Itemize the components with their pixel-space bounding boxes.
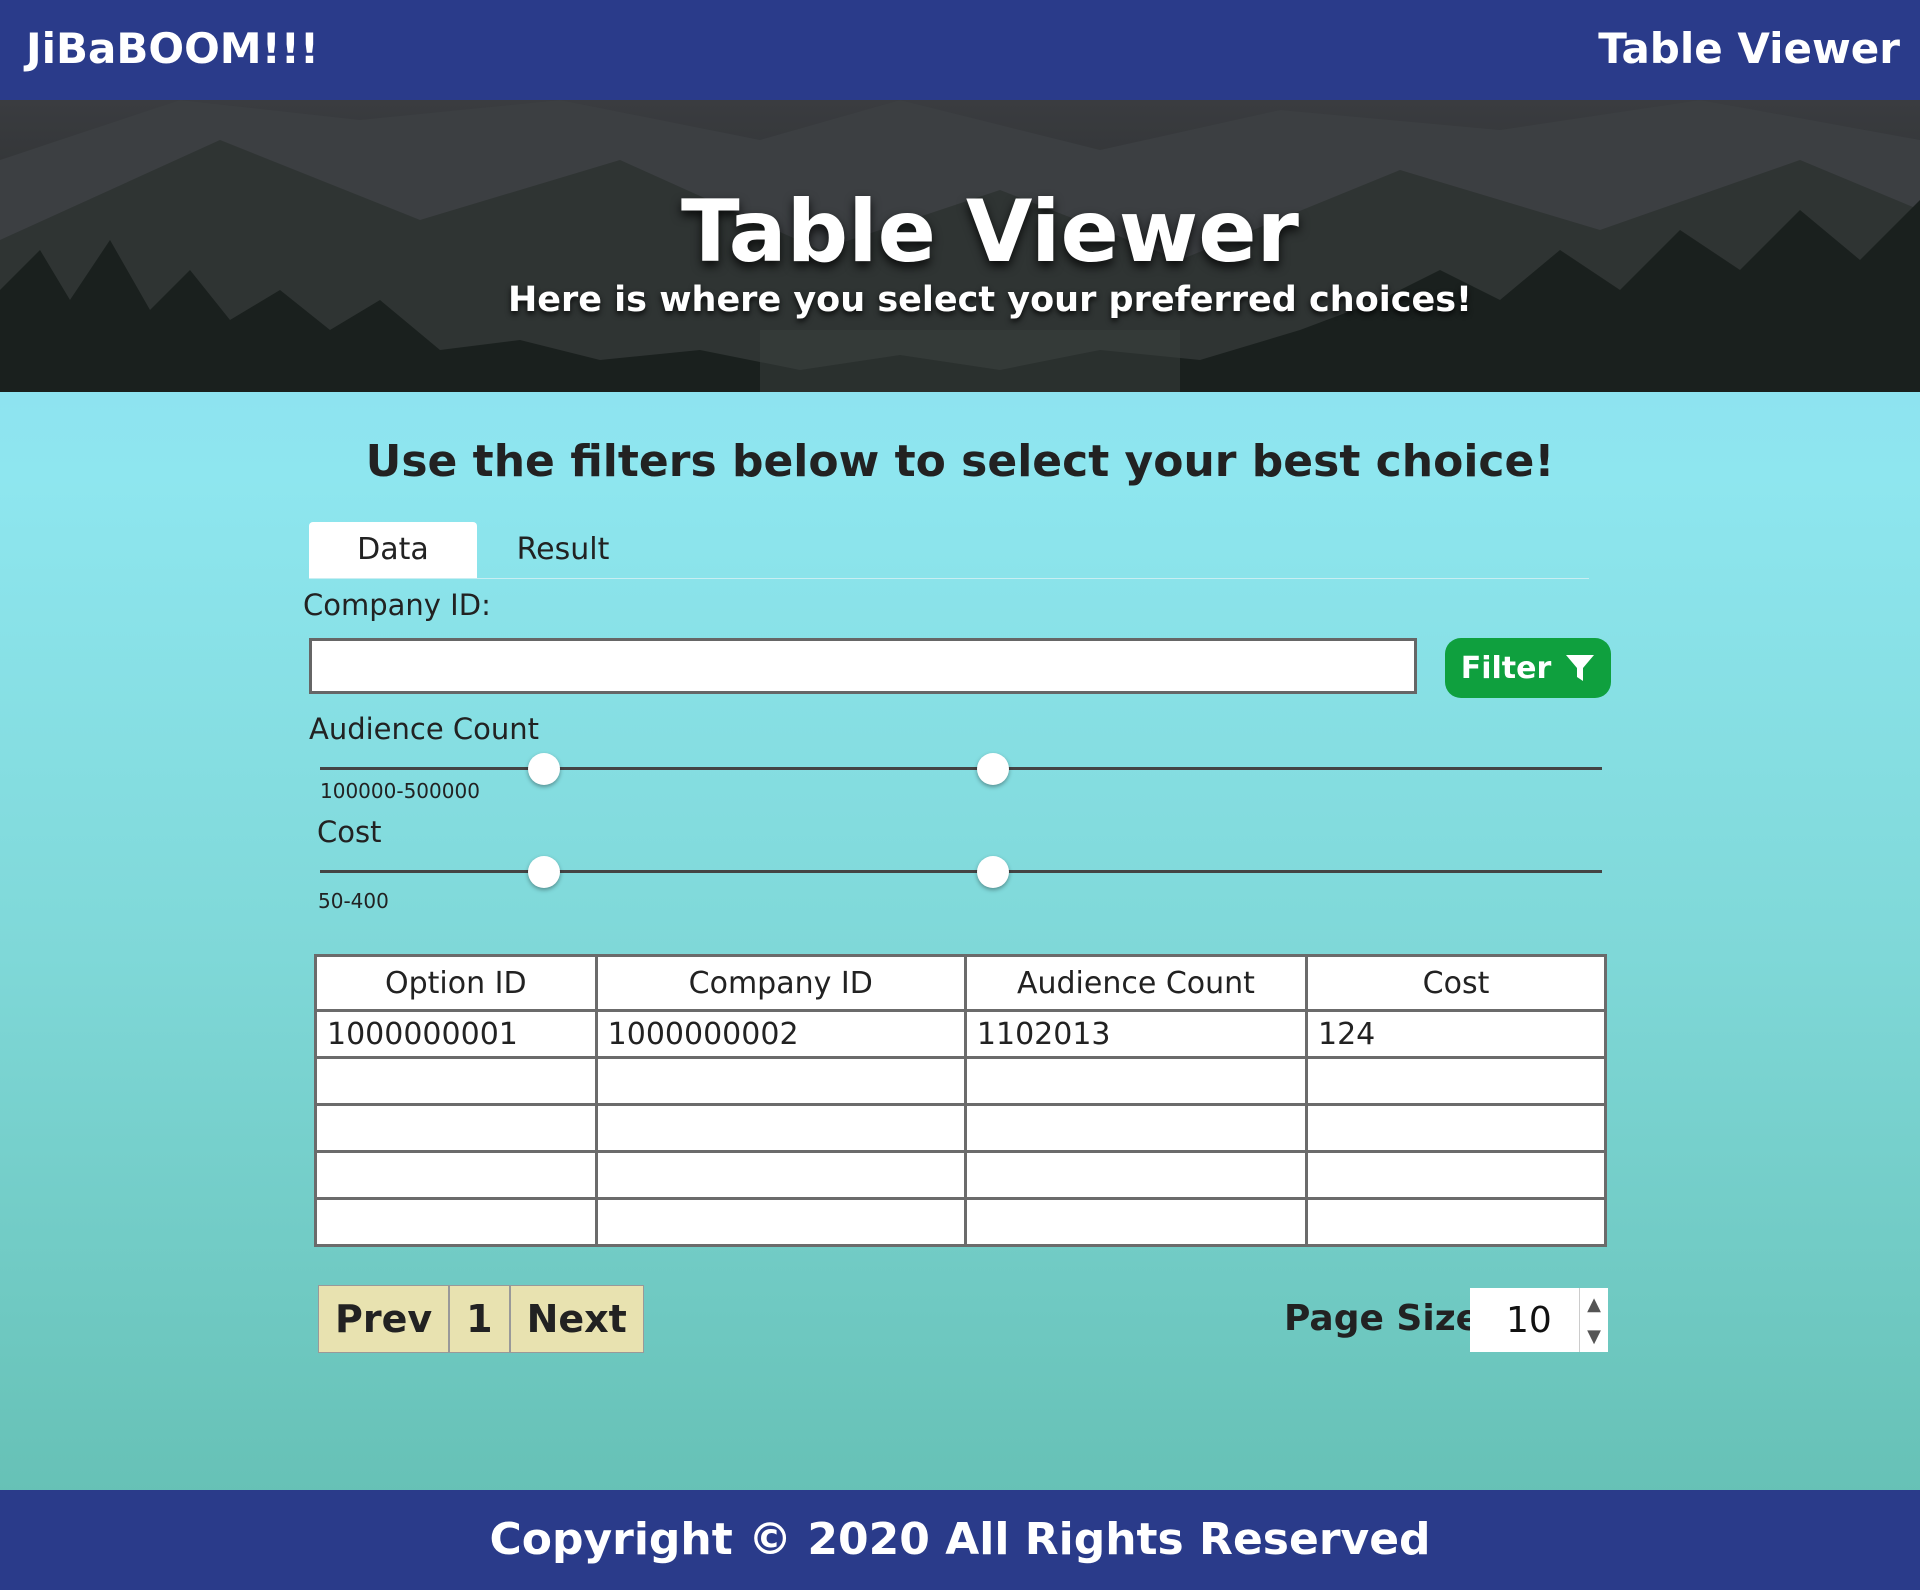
audience-count-max-handle[interactable] [977, 753, 1010, 785]
table-cell [314, 1150, 598, 1200]
data-table: Option ID Company ID Audience Count Cost… [314, 954, 1607, 1247]
table-cell [963, 1197, 1309, 1247]
table-cell [314, 1056, 598, 1106]
audience-count-range: 100000-500000 [320, 779, 480, 803]
filter-button-label: Filter [1460, 650, 1552, 686]
tab-result[interactable]: Result [477, 522, 649, 578]
table-cell [314, 1103, 598, 1153]
hero-title: Table Viewer [681, 182, 1299, 282]
page-size-value[interactable]: 10 [1506, 1300, 1552, 1341]
topbar-title[interactable]: Table Viewer [1598, 24, 1900, 73]
company-id-input[interactable] [309, 638, 1417, 694]
table-cell [1305, 1150, 1607, 1200]
cost-range: 50-400 [318, 889, 389, 913]
table-cell: 124 [1305, 1009, 1607, 1059]
table-cell [594, 1103, 967, 1153]
company-id-label: Company ID: [303, 588, 491, 622]
table-cell [314, 1197, 598, 1247]
table-cell [963, 1103, 1309, 1153]
table-cell [1305, 1103, 1607, 1153]
footer: Copyright © 2020 All Rights Reserved [0, 1490, 1920, 1590]
column-header-company-id[interactable]: Company ID [594, 954, 967, 1012]
table-cell [594, 1056, 967, 1106]
table-cell [963, 1150, 1309, 1200]
top-bar: JiBaBOOM!!! Table Viewer [0, 0, 1920, 100]
tab-data[interactable]: Data [309, 522, 477, 578]
table-row[interactable] [314, 1103, 1607, 1153]
table-row[interactable] [314, 1150, 1607, 1200]
table-cell: 1000000002 [594, 1009, 967, 1059]
table-cell [963, 1056, 1309, 1106]
table-header-row: Option ID Company ID Audience Count Cost [314, 954, 1607, 1012]
audience-count-min-handle[interactable] [528, 753, 561, 785]
column-header-cost[interactable]: Cost [1305, 954, 1607, 1012]
section-heading: Use the filters below to select your bes… [365, 436, 1555, 487]
tab-bar: Data Result [309, 522, 1589, 579]
table-row[interactable] [314, 1197, 1607, 1247]
page-size-input[interactable]: 10 ▲ ▼ [1470, 1288, 1608, 1352]
audience-count-label: Audience Count [309, 712, 540, 746]
column-header-audience-count[interactable]: Audience Count [963, 954, 1309, 1012]
page-size-label: Page Size: [1284, 1298, 1495, 1339]
page-size-spinner[interactable]: ▲ ▼ [1579, 1288, 1608, 1352]
cost-label: Cost [317, 815, 382, 849]
spin-up-icon[interactable]: ▲ [1587, 1294, 1601, 1315]
hero-subtitle: Here is where you select your preferred … [507, 280, 1473, 320]
brand-logo[interactable]: JiBaBOOM!!! [26, 24, 319, 73]
page-number-button[interactable]: 1 [450, 1286, 511, 1352]
audience-count-track[interactable] [320, 767, 1602, 770]
table-cell [1305, 1056, 1607, 1106]
table-row[interactable]: 1000000001 1000000002 1102013 124 [314, 1009, 1607, 1059]
table-cell [594, 1197, 967, 1247]
hero-banner: Table Viewer Here is where you select yo… [0, 100, 1920, 392]
pagination: Prev 1 Next [318, 1285, 644, 1353]
table-cell [594, 1150, 967, 1200]
funnel-icon [1566, 655, 1595, 681]
table-cell: 1102013 [963, 1009, 1309, 1059]
next-button[interactable]: Next [510, 1286, 643, 1352]
prev-button[interactable]: Prev [319, 1286, 451, 1352]
cost-track[interactable] [320, 870, 1602, 873]
column-header-option-id[interactable]: Option ID [314, 954, 598, 1012]
spin-down-icon[interactable]: ▼ [1587, 1326, 1601, 1347]
table-cell [1305, 1197, 1607, 1247]
table-cell: 1000000001 [314, 1009, 598, 1059]
cost-max-handle[interactable] [977, 856, 1010, 888]
filter-button[interactable]: Filter [1445, 638, 1611, 698]
cost-min-handle[interactable] [528, 856, 561, 888]
table-row[interactable] [314, 1056, 1607, 1106]
